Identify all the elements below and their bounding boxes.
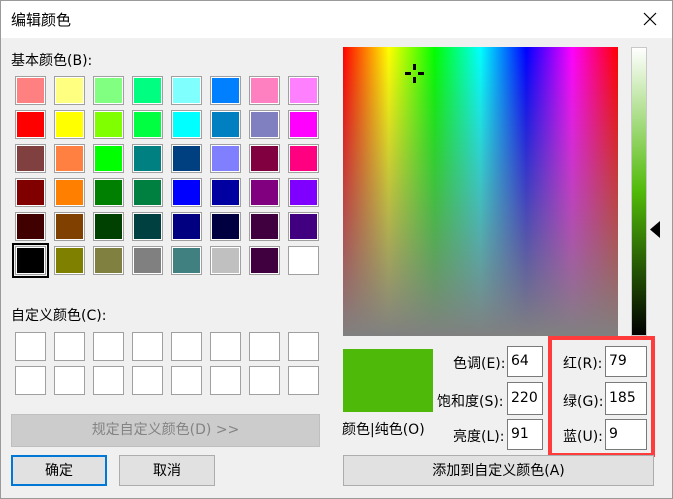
saturation-field[interactable]: 220 (507, 382, 543, 415)
basic-color-swatch[interactable] (249, 246, 280, 275)
basic-colors-label: 基本颜色(B): (11, 53, 93, 69)
basic-color-swatch[interactable] (249, 110, 280, 139)
basic-color-swatch[interactable] (93, 144, 124, 173)
basic-color-swatch[interactable] (132, 144, 163, 173)
basic-color-swatch[interactable] (15, 144, 46, 173)
rgb-highlight-box (548, 336, 655, 457)
custom-color-swatch[interactable] (249, 332, 280, 361)
window-title: 编辑颜色 (11, 11, 72, 29)
custom-color-swatch[interactable] (210, 332, 241, 361)
title-bar: 编辑颜色 (0, 0, 673, 38)
basic-color-swatch[interactable] (12, 243, 49, 278)
custom-color-swatch[interactable] (171, 332, 202, 361)
basic-color-swatch[interactable] (249, 144, 280, 173)
custom-color-swatch[interactable] (132, 332, 163, 361)
basic-color-swatch[interactable] (171, 212, 202, 241)
basic-color-swatch[interactable] (54, 76, 85, 105)
basic-color-swatch[interactable] (210, 178, 241, 207)
basic-color-swatch[interactable] (15, 76, 46, 105)
basic-color-swatch[interactable] (132, 246, 163, 275)
basic-color-swatch[interactable] (93, 110, 124, 139)
basic-color-swatch[interactable] (249, 212, 280, 241)
custom-color-swatch[interactable] (93, 366, 124, 395)
custom-color-swatch[interactable] (15, 366, 46, 395)
basic-color-swatch[interactable] (54, 144, 85, 173)
basic-color-swatch[interactable] (15, 212, 46, 241)
custom-color-swatch[interactable] (249, 366, 280, 395)
crosshair-icon[interactable] (404, 63, 425, 84)
basic-color-swatch[interactable] (15, 178, 46, 207)
basic-color-swatch[interactable] (288, 110, 319, 139)
basic-color-swatch[interactable] (54, 246, 85, 275)
color-preview (343, 349, 433, 412)
basic-color-swatch[interactable] (54, 212, 85, 241)
cancel-button[interactable]: 取消 (119, 455, 215, 486)
basic-color-swatch[interactable] (54, 110, 85, 139)
basic-color-swatch[interactable] (171, 144, 202, 173)
saturation-label: 饱和度(S): (437, 394, 504, 410)
ok-button[interactable]: 确定 (11, 455, 107, 486)
basic-color-swatch[interactable] (15, 110, 46, 139)
basic-color-swatch[interactable] (171, 178, 202, 207)
color-spectrum[interactable] (343, 47, 618, 336)
custom-color-swatch[interactable] (54, 366, 85, 395)
custom-color-swatch[interactable] (288, 332, 319, 361)
basic-color-swatch[interactable] (93, 212, 124, 241)
custom-color-swatch[interactable] (54, 332, 85, 361)
basic-color-swatch[interactable] (132, 178, 163, 207)
custom-color-swatch[interactable] (288, 366, 319, 395)
basic-color-swatch[interactable] (171, 246, 202, 275)
basic-color-swatch[interactable] (171, 110, 202, 139)
custom-color-swatch[interactable] (15, 332, 46, 361)
basic-color-swatch[interactable] (288, 76, 319, 105)
preview-label: 颜色|纯色(O) (342, 422, 425, 438)
basic-color-swatch[interactable] (210, 110, 241, 139)
basic-color-swatch[interactable] (93, 76, 124, 105)
custom-colors-label: 自定义颜色(C): (11, 308, 107, 324)
basic-color-swatch[interactable] (249, 178, 280, 207)
basic-color-swatch[interactable] (210, 212, 241, 241)
hue-field[interactable]: 64 (507, 346, 543, 377)
add-to-custom-colors-button[interactable]: 添加到自定义颜色(A) (343, 455, 654, 486)
basic-color-swatch[interactable] (132, 110, 163, 139)
basic-color-swatch[interactable] (171, 76, 202, 105)
basic-color-swatch[interactable] (132, 212, 163, 241)
basic-color-swatch[interactable] (288, 144, 319, 173)
basic-color-swatch[interactable] (132, 76, 163, 105)
basic-color-swatch[interactable] (93, 178, 124, 207)
hue-label: 色调(E): (453, 356, 506, 372)
custom-color-swatch[interactable] (210, 366, 241, 395)
custom-color-swatch[interactable] (171, 366, 202, 395)
luminance-label: 亮度(L): (453, 429, 505, 445)
basic-color-swatch[interactable] (210, 144, 241, 173)
close-icon (643, 12, 657, 26)
custom-color-swatch[interactable] (93, 332, 124, 361)
basic-color-swatch[interactable] (288, 212, 319, 241)
basic-color-swatch[interactable] (93, 246, 124, 275)
basic-color-swatch[interactable] (210, 76, 241, 105)
luminance-arrow-icon[interactable] (650, 221, 661, 238)
basic-color-swatch[interactable] (54, 178, 85, 207)
basic-color-swatch[interactable] (210, 246, 241, 275)
basic-color-swatch[interactable] (288, 246, 319, 275)
custom-color-swatch[interactable] (132, 366, 163, 395)
define-custom-colors-button[interactable]: 规定自定义颜色(D) >> (11, 414, 320, 447)
luminance-field[interactable]: 91 (507, 419, 543, 450)
luminance-slider[interactable] (631, 47, 647, 336)
basic-color-swatch[interactable] (249, 76, 280, 105)
close-button[interactable] (627, 0, 673, 38)
basic-color-swatch[interactable] (288, 178, 319, 207)
